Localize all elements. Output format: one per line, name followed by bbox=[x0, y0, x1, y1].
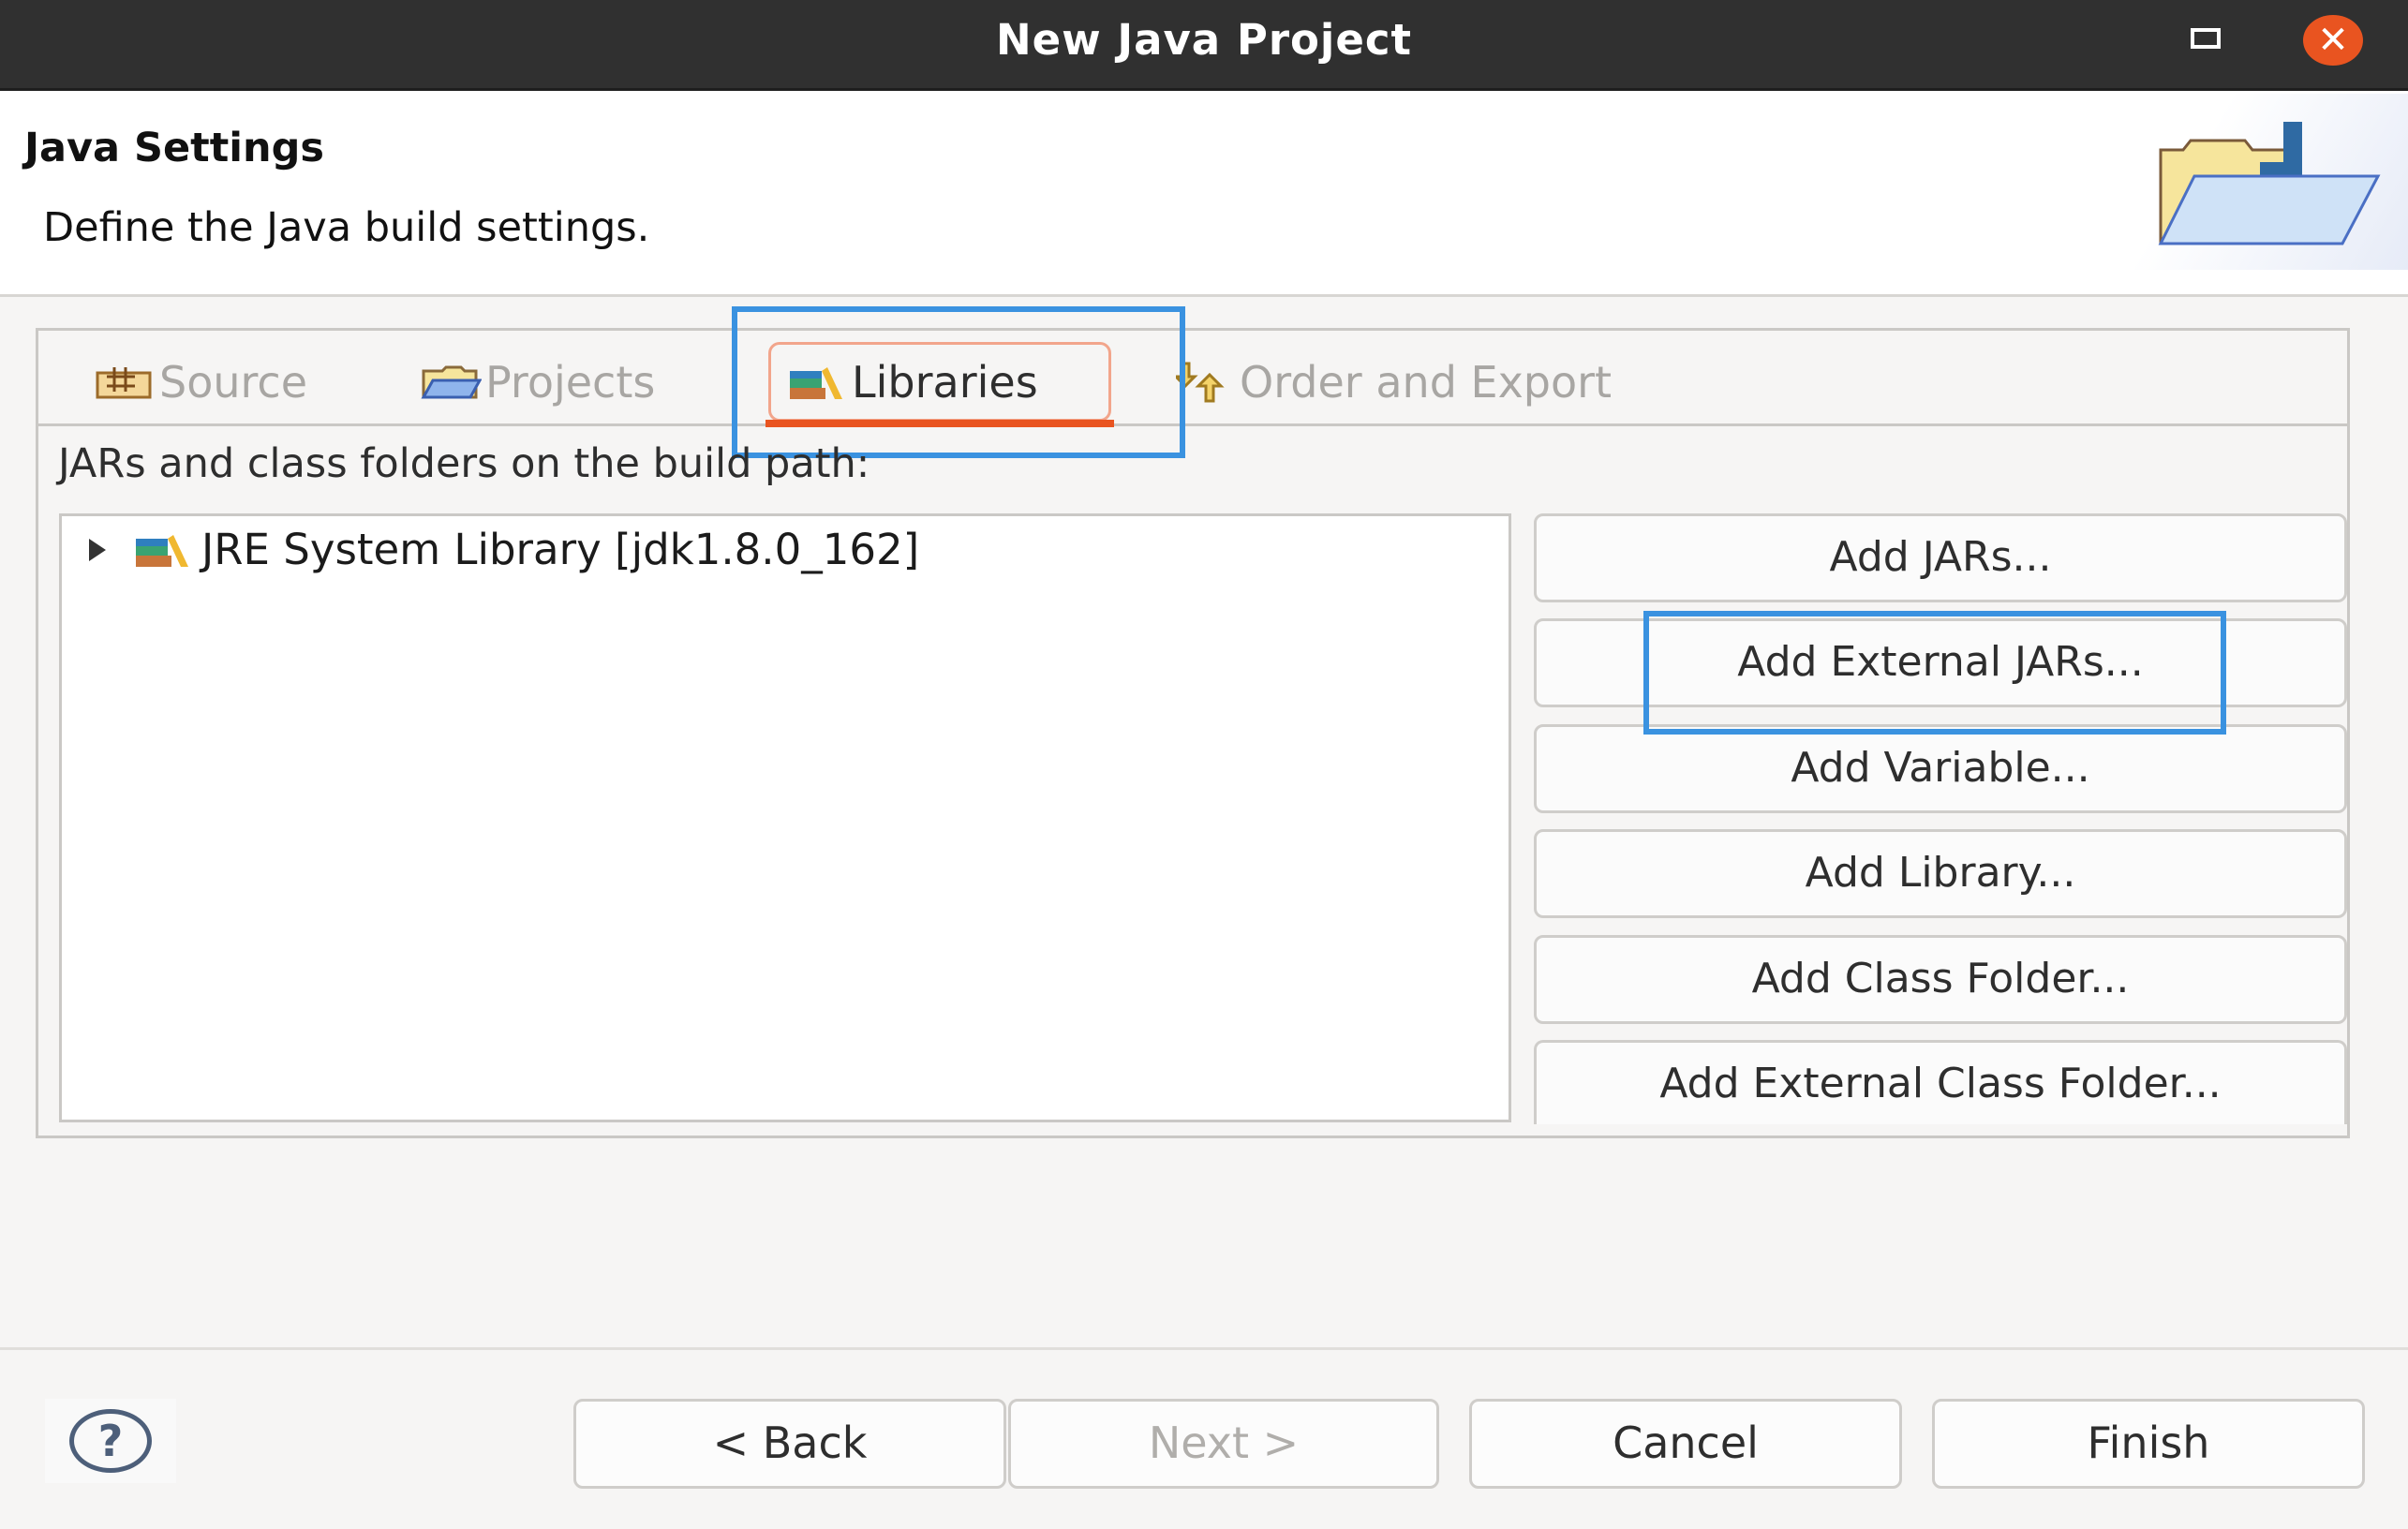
new-java-project-folder-icon bbox=[2158, 122, 2381, 245]
back-button[interactable]: < Back bbox=[573, 1399, 1006, 1489]
add-external-jars-highlight bbox=[1643, 611, 2226, 735]
page-description: Define the Java build settings. bbox=[43, 204, 650, 251]
add-variable-button[interactable]: Add Variable... bbox=[1534, 724, 2347, 813]
tab-projects[interactable]: Projects bbox=[420, 342, 655, 422]
cancel-button[interactable]: Cancel bbox=[1469, 1399, 1902, 1489]
close-icon[interactable]: ✕ bbox=[2303, 15, 2363, 66]
next-button[interactable]: Next > bbox=[1008, 1399, 1439, 1489]
tree-item-jre-system-library[interactable]: JRE System Library [jdk1.8.0_162] bbox=[89, 525, 919, 574]
tree-item-label: JRE System Library [jdk1.8.0_162] bbox=[201, 525, 920, 574]
tab-label: Source bbox=[159, 356, 307, 408]
finish-button[interactable]: Finish bbox=[1932, 1399, 2365, 1489]
window-title: New Java Project bbox=[995, 15, 1413, 65]
add-library-button[interactable]: Add Library... bbox=[1534, 829, 2347, 918]
footer-divider bbox=[0, 1347, 2408, 1350]
build-path-description: JARs and class folders on the build path… bbox=[58, 440, 870, 487]
tab-row-divider bbox=[36, 423, 2350, 426]
help-button[interactable]: ? bbox=[45, 1399, 176, 1483]
maximize-icon[interactable] bbox=[2191, 28, 2221, 49]
libraries-tab-highlight bbox=[732, 306, 1185, 458]
projects-folder-icon bbox=[421, 365, 482, 398]
library-icon bbox=[136, 534, 188, 567]
source-folder-icon bbox=[96, 366, 152, 398]
add-class-folder-button[interactable]: Add Class Folder... bbox=[1534, 935, 2347, 1024]
add-jars-button[interactable]: Add JARs... bbox=[1534, 513, 2347, 602]
page-title: Java Settings bbox=[24, 125, 325, 171]
tab-source[interactable]: Source bbox=[94, 342, 307, 422]
help-icon: ? bbox=[69, 1409, 152, 1473]
tab-label: Order and Export bbox=[1240, 356, 1613, 408]
tab-label: Projects bbox=[485, 356, 656, 408]
add-external-class-folder-button[interactable]: Add External Class Folder... bbox=[1534, 1040, 2347, 1124]
tab-order-and-export[interactable]: Order and Export bbox=[1176, 342, 1612, 422]
expand-arrow-icon[interactable] bbox=[89, 538, 106, 561]
wizard-header bbox=[0, 91, 2408, 297]
build-path-tree[interactable] bbox=[59, 513, 1511, 1122]
